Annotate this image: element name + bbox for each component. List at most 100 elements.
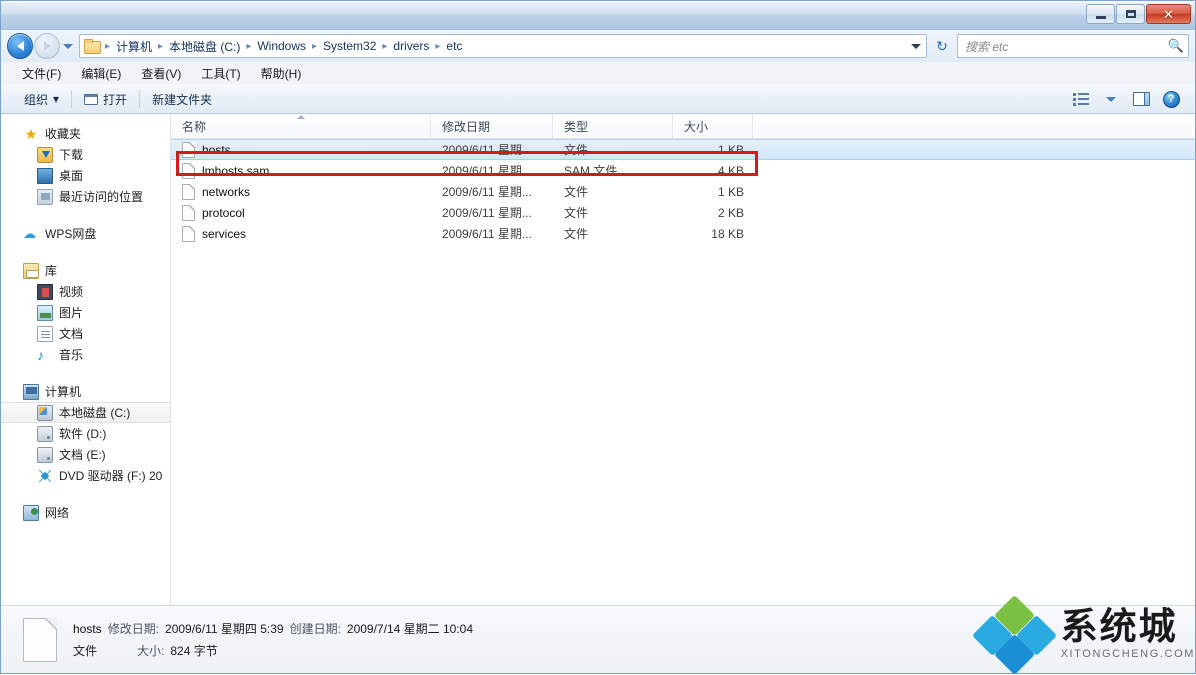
sidebar-item-network[interactable]: 网络	[1, 502, 170, 523]
sidebar-item-documents[interactable]: 文档	[1, 323, 170, 344]
breadcrumb-separator: ▸	[382, 40, 388, 52]
sidebar-item-wps-cloud[interactable]: ☁ WPS网盘	[1, 223, 170, 244]
search-input[interactable]: 搜索 etc 🔍	[957, 34, 1189, 58]
sidebar-item-recent-places[interactable]: 最近访问的位置	[1, 186, 170, 207]
breadcrumb[interactable]: ▸ 计算机 ▸ 本地磁盘 (C:) ▸ Windows ▸ System32 ▸…	[79, 34, 927, 58]
file-type-cell: 文件	[564, 227, 589, 241]
sidebar-item-local-disk-c[interactable]: 本地磁盘 (C:)	[1, 402, 170, 423]
forward-button[interactable]	[34, 33, 60, 59]
details-file-kind: 文件	[73, 644, 98, 658]
file-type-cell: 文件	[564, 185, 589, 199]
breadcrumb-item-etc[interactable]: etc	[443, 37, 465, 55]
table-row[interactable]: networks 2009/6/11 星期... 文件 1 KB	[171, 181, 1195, 202]
menu-view[interactable]: 查看(V)	[132, 63, 190, 84]
watermark-text: 系统城 XITONGCHENG.COM	[1060, 605, 1195, 660]
title-bar: ✕	[1, 1, 1195, 30]
command-bar-right: ?	[1067, 87, 1189, 111]
close-button[interactable]: ✕	[1146, 4, 1191, 24]
change-view-button[interactable]	[1067, 87, 1095, 111]
table-row[interactable]: lmhosts.sam 2009/6/11 星期... SAM 文件 4 KB	[171, 160, 1195, 181]
breadcrumb-item-computer[interactable]: 计算机	[113, 36, 155, 57]
column-header-date-modified[interactable]: 修改日期	[431, 114, 553, 138]
sidebar-item-drive-e[interactable]: 文档 (E:)	[1, 444, 170, 465]
refresh-button[interactable]: ↻	[931, 34, 953, 58]
sidebar-item-favorites[interactable]: ★ 收藏夹	[1, 123, 170, 144]
file-type-cell: 文件	[564, 143, 589, 157]
file-size-cell: 1 KB	[717, 142, 744, 157]
file-icon	[182, 141, 195, 158]
network-icon	[23, 504, 39, 521]
column-header-size[interactable]: 大小	[673, 114, 753, 138]
sidebar-item-desktop[interactable]: 桌面	[1, 165, 170, 186]
file-date-cell: 2009/6/11 星期...	[442, 143, 532, 157]
pictures-icon	[37, 304, 53, 321]
help-icon: ?	[1162, 90, 1180, 108]
sidebar-item-downloads[interactable]: 下载	[1, 144, 170, 165]
column-header-name[interactable]: 名称	[171, 114, 431, 138]
breadcrumb-item-drivers[interactable]: drivers	[390, 37, 432, 55]
watermark-url: XITONGCHENG.COM	[1060, 647, 1195, 660]
details-text: hosts 修改日期: 2009/6/11 星期四 5:39 创建日期: 200…	[73, 620, 473, 659]
sidebar-item-computer[interactable]: 计算机	[1, 381, 170, 402]
folder-icon	[84, 39, 101, 54]
minimize-button[interactable]	[1086, 4, 1115, 24]
breadcrumb-item-local-disk[interactable]: 本地磁盘 (C:)	[166, 36, 243, 57]
menu-file[interactable]: 文件(F)	[13, 63, 70, 84]
file-rows: hosts 2009/6/11 星期... 文件 1 KB lmhosts.sa…	[171, 139, 1195, 605]
file-list-pane: 名称 修改日期 类型 大小 hosts 2009/6/11 星期... 文件 1…	[171, 114, 1195, 605]
file-size-cell: 4 KB	[717, 163, 744, 178]
history-dropdown-button[interactable]	[61, 33, 75, 59]
file-name-cell: hosts	[171, 141, 431, 158]
star-icon: ★	[24, 125, 38, 142]
column-header-type[interactable]: 类型	[553, 114, 673, 138]
table-row[interactable]: hosts 2009/6/11 星期... 文件 1 KB	[171, 139, 1195, 160]
breadcrumb-separator: ▸	[246, 40, 252, 52]
sort-ascending-icon	[296, 115, 305, 119]
navigation-pane: ★ 收藏夹 下载 桌面 最近访问的位置 ☁ WPS网盘 库 视频 图片 文档 ♪…	[1, 114, 171, 605]
open-button[interactable]: 打开	[75, 88, 136, 111]
menu-tools[interactable]: 工具(T)	[192, 63, 249, 84]
breadcrumb-dropdown-button[interactable]	[908, 43, 924, 49]
menu-edit[interactable]: 编辑(E)	[72, 63, 130, 84]
dvd-drive-icon	[37, 468, 53, 484]
sidebar-item-drive-d[interactable]: 软件 (D:)	[1, 423, 170, 444]
organize-button[interactable]: 组织 ▾	[15, 88, 68, 111]
computer-icon	[23, 383, 39, 400]
sidebar-item-dvd-drive-f[interactable]: DVD 驱动器 (F:) 20	[1, 465, 170, 486]
new-folder-button[interactable]: 新建文件夹	[143, 88, 221, 111]
help-button[interactable]: ?	[1157, 87, 1185, 111]
back-button[interactable]	[7, 33, 33, 59]
file-size-cell: 18 KB	[711, 226, 744, 241]
view-dropdown-button[interactable]	[1097, 87, 1125, 111]
sidebar-item-videos[interactable]: 视频	[1, 281, 170, 302]
file-name-cell: networks	[171, 183, 431, 200]
search-placeholder: 搜索 etc	[965, 39, 1009, 54]
address-bar: ▸ 计算机 ▸ 本地磁盘 (C:) ▸ Windows ▸ System32 ▸…	[1, 30, 1195, 62]
table-row[interactable]: services 2009/6/11 星期... 文件 18 KB	[171, 223, 1195, 244]
maximize-button[interactable]	[1116, 4, 1145, 24]
sidebar-label: 音乐	[59, 348, 84, 362]
nav-group-computer: 计算机 本地磁盘 (C:) 软件 (D:) 文档 (E:) DVD 驱动器 (F…	[1, 381, 170, 486]
menu-help[interactable]: 帮助(H)	[252, 63, 311, 84]
recent-places-icon	[37, 188, 53, 205]
cloud-icon: ☁	[23, 225, 36, 241]
file-name: protocol	[202, 205, 245, 220]
preview-pane-button[interactable]	[1127, 87, 1155, 111]
nav-group-wps: ☁ WPS网盘	[1, 223, 170, 244]
breadcrumb-item-system32[interactable]: System32	[320, 37, 379, 55]
forward-arrow-icon	[43, 41, 51, 51]
sidebar-item-libraries[interactable]: 库	[1, 260, 170, 281]
details-modified-value: 2009/6/11 星期四 5:39	[165, 622, 284, 636]
sidebar-item-music[interactable]: ♪ 音乐	[1, 344, 170, 365]
watermark-title: 系统城	[1060, 605, 1178, 649]
table-row[interactable]: protocol 2009/6/11 星期... 文件 2 KB	[171, 202, 1195, 223]
column-label: 修改日期	[442, 119, 491, 134]
window-controls: ✕	[1086, 4, 1191, 24]
download-icon	[37, 146, 53, 163]
breadcrumb-item-windows[interactable]: Windows	[254, 37, 309, 55]
nav-group-favorites: ★ 收藏夹 下载 桌面 最近访问的位置	[1, 123, 170, 207]
file-date-cell: 2009/6/11 星期...	[442, 185, 532, 199]
sidebar-item-pictures[interactable]: 图片	[1, 302, 170, 323]
